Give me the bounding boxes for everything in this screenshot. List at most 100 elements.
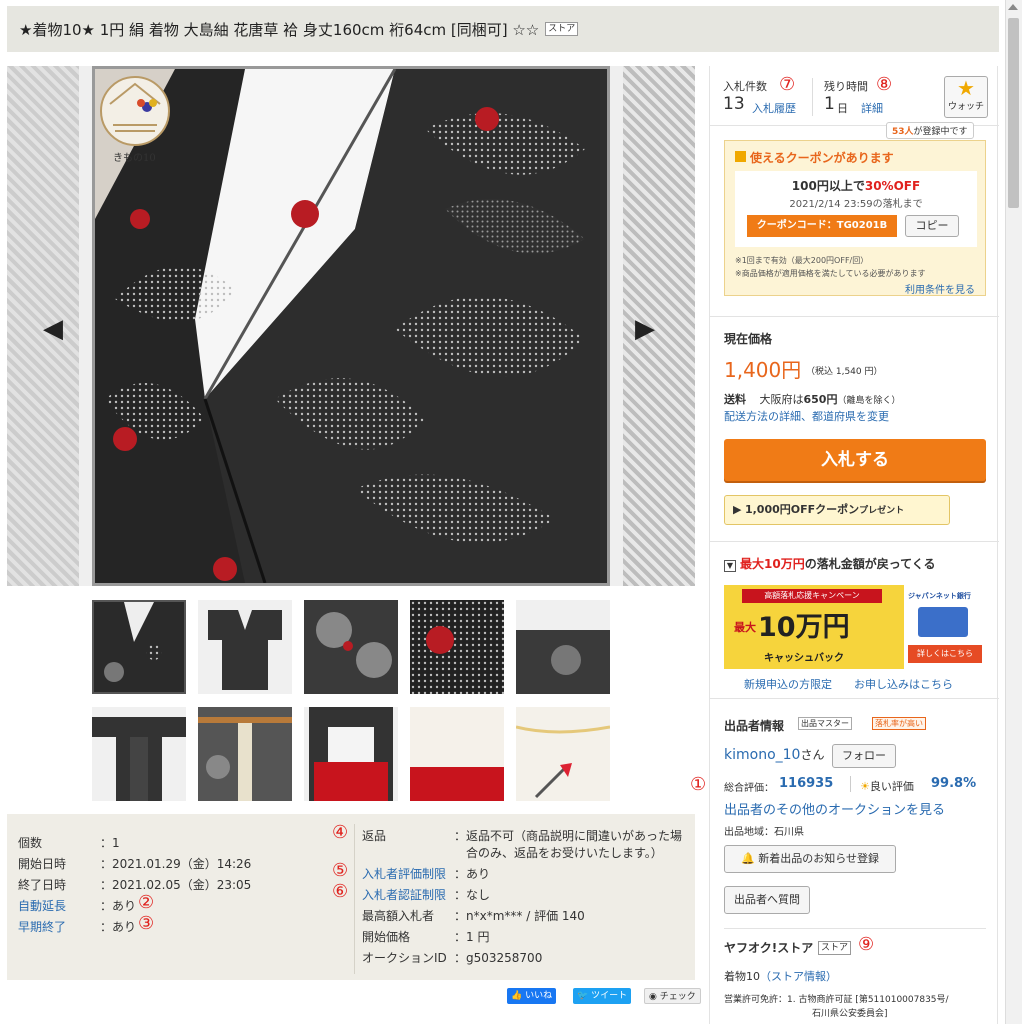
thumbnail-9[interactable]: [410, 707, 504, 801]
annotation-mark: ⑤: [332, 860, 349, 881]
banner-max: 最大: [734, 621, 756, 634]
price-label: 現在価格: [724, 332, 773, 346]
thumbnail-4[interactable]: [410, 600, 504, 694]
auction-info-box: 個数 ：1 開始日時 ：2021.01.29（金）14:26 終了日時 ：2021.02.…: [7, 814, 695, 980]
info-label[interactable]: 入札者認証制限: [362, 888, 446, 902]
watch-count: 53人: [892, 127, 914, 137]
seller-san: さん: [800, 748, 825, 762]
next-image-preview: [623, 66, 695, 586]
thumbnail-10[interactable]: [516, 707, 610, 801]
rating-value-link[interactable]: 116935: [779, 776, 833, 791]
prev-image-button[interactable]: ◀: [43, 314, 63, 344]
seller-head: 出品者情報: [724, 719, 785, 733]
annotation-8: ⑧: [876, 74, 893, 95]
cashback-banner[interactable]: 高額落札応援キャンペーン 最大 10万円 キャッシュバック ジャパンネット銀行 …: [724, 585, 986, 669]
shipping-text: 大阪府は: [759, 393, 804, 406]
shop-logo-text: きもの10: [113, 153, 156, 164]
coupon-present-button[interactable]: ▶ 1,000円OFFクーポンプレゼント: [724, 495, 950, 525]
info-row-2: 終了日時 ：2021.02.05（金）23:05: [18, 876, 251, 893]
info-value-cont: 合のみ、返品をお受けいたします。）: [466, 846, 663, 860]
store-name-line: 着物10（ストア情報）: [724, 968, 837, 984]
coupon-discount: 30%OFF: [864, 179, 921, 193]
coupon-deadline: 2021/2/14 23:59の落札まで: [789, 199, 923, 210]
thumbnail-2[interactable]: [198, 600, 292, 694]
item-title: ★着物10★ 1円 絹 着物 大島紬 花唐草 袷 身丈160cm 裄64cm […: [19, 20, 540, 39]
like-label: いいね: [525, 991, 553, 1001]
info-value: ：n*x*m*** / 評価 140: [454, 909, 585, 923]
coupon-code: クーポンコード：TG0201B: [747, 215, 897, 237]
info-label[interactable]: 早期終了: [18, 920, 66, 934]
info-value: ：あり: [100, 920, 137, 934]
shipping-label: 送料: [724, 393, 746, 406]
facebook-like-button[interactable]: 👍 いいね: [507, 988, 557, 1004]
thumbnail-1[interactable]: [92, 600, 186, 694]
store-head-badge: ストア: [818, 941, 852, 955]
seller-region: 出品地域：石川県: [724, 827, 804, 838]
present-suffix: プレゼント: [859, 506, 905, 516]
shipping-detail-link[interactable]: 配送方法の詳細、都道府県を変更: [724, 408, 889, 424]
annotation-mark: ③: [138, 913, 155, 934]
info-row-3: 自動延長 ：あり: [18, 897, 136, 914]
good-rating-value[interactable]: 99.8%: [931, 776, 976, 791]
store-license: 営業許可免許：1. 古物商許可証 [第511010007835号/: [724, 995, 949, 1005]
seller-other-auctions-link[interactable]: 出品者のその他のオークションを見る: [724, 799, 945, 818]
info-row-0: 個数 ：1: [18, 834, 120, 851]
next-image-button[interactable]: ▶: [635, 314, 655, 344]
high-win-badge: 落札率が高い: [872, 717, 926, 730]
info-value: ：あり: [100, 899, 137, 913]
copy-coupon-button[interactable]: コピー: [905, 215, 959, 237]
info-value: ：返品不可（商品説明に間違いがあった場: [454, 829, 683, 843]
scroll-up-icon[interactable]: [1008, 4, 1018, 10]
info-row-4: 早期終了 ：あり: [18, 918, 136, 935]
info-value: ：あり: [454, 867, 491, 881]
info-label: 開始日時: [18, 857, 67, 871]
store-info-link[interactable]: （ストア情報）: [760, 970, 837, 983]
store-name: 着物10: [724, 970, 760, 983]
ask-seller-button[interactable]: 出品者へ質問: [724, 886, 810, 914]
seller-name-link[interactable]: kimono_10: [724, 747, 800, 763]
time-detail-link[interactable]: 詳細: [861, 100, 883, 116]
banner-sub: キャッシュバック: [764, 653, 844, 664]
scrollbar-thumb[interactable]: [1008, 18, 1019, 208]
info-value: ：1: [100, 836, 120, 850]
star-icon: ★: [957, 76, 975, 100]
bid-button[interactable]: 入札する: [724, 439, 986, 481]
banner-detail: 詳しくはこちら: [908, 645, 982, 663]
new-listing-notify-button[interactable]: 🔔 新着出品のお知らせ登録: [724, 845, 896, 873]
notify-label: 新着出品のお知らせ登録: [758, 852, 879, 865]
thumbnail-8[interactable]: [304, 707, 398, 801]
bid-history-link[interactable]: 入札履歴: [752, 100, 796, 116]
watch-button[interactable]: ★ ウォッチ: [944, 76, 988, 118]
shipping-price: 650円: [803, 393, 838, 406]
seller-name-line: kimono_10さん: [724, 746, 824, 763]
thumbnail-6[interactable]: [92, 707, 186, 801]
good-rating: ☀良い評価: [860, 778, 914, 794]
cashback-head[interactable]: ▼ 最大10万円の落札金額が戻ってくる: [724, 555, 936, 572]
thumbnail-5[interactable]: [516, 600, 610, 694]
store-head: ヤフオク!ストア: [724, 941, 814, 955]
shipping-note: （離島を除く）: [837, 396, 901, 406]
info-row-right-0: 返品 ：返品不可（商品説明に間違いがあった場合のみ、返品をお受けいたします。）: [362, 827, 682, 860]
thumbnail-7[interactable]: [198, 707, 292, 801]
info-label[interactable]: 入札者評価制限: [362, 867, 446, 881]
coupon-inner: 100円以上で30%OFF 2021/2/14 23:59の落札まで クーポンコ…: [735, 171, 977, 247]
info-label[interactable]: 自動延長: [18, 899, 66, 913]
new-applicant-link[interactable]: 新規申込の方限定: [744, 676, 832, 692]
thumbnail-3[interactable]: [304, 600, 398, 694]
info-value: ：1 円: [454, 930, 490, 944]
main-product-image[interactable]: きもの10: [92, 66, 610, 586]
info-row-right-3: 最高額入札者 ：n*x*m*** / 評価 140: [362, 907, 585, 924]
info-label: 最高額入札者: [362, 909, 435, 923]
follow-button[interactable]: フォロー: [832, 744, 896, 768]
coupon-box: 使えるクーポンがあります 100円以上で30%OFF 2021/2/14 23:…: [724, 140, 986, 296]
check-button[interactable]: ◉ チェック: [644, 988, 701, 1004]
apply-link[interactable]: お申し込みはこちら: [854, 676, 953, 692]
info-row-right-1: 入札者評価制限 ：あり: [362, 865, 490, 882]
tweet-button[interactable]: 🐦 ツイート: [573, 988, 632, 1004]
toggle-icon: ▼: [724, 560, 736, 572]
watch-label: ウォッチ: [947, 102, 984, 112]
info-label: 返品: [362, 829, 387, 843]
good-label: 良い評価: [869, 780, 914, 793]
scrollbar[interactable]: [1005, 0, 1022, 1024]
coupon-terms-link[interactable]: 利用条件を見る: [905, 281, 975, 296]
